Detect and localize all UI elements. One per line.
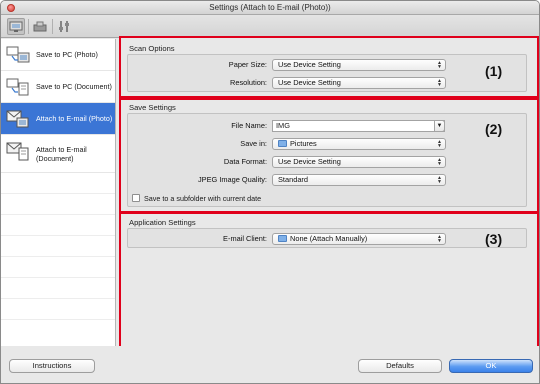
chevron-updown-icon: ▲ ▼ [437,157,442,167]
resolution-label: Resolution: [230,78,267,87]
email-client-label: E-mail Client: [223,234,267,243]
toolbar-divider [52,19,53,34]
data-format-value: Use Device Setting [278,157,341,166]
save-in-value: Pictures [290,139,317,148]
sidebar-item-email-document[interactable]: Attach to E-mail (Document) [1,135,115,173]
sidebar-item-label: Attach to E-mail (Document) [36,144,87,163]
file-name-label: File Name: [231,121,267,130]
title-bar: Settings (Attach to E-mail (Photo)) [1,1,539,15]
data-format-select[interactable]: Use Device Setting ▲ ▼ [272,156,446,168]
window-title: Settings (Attach to E-mail (Photo)) [209,3,331,12]
chevron-updown-icon: ▲ ▼ [437,60,442,70]
settings-panel: Scan Options Paper Size: Use Device Sett… [117,36,539,351]
scan-options-title: Scan Options [129,44,175,53]
chevron-updown-icon: ▲ ▼ [437,234,442,244]
email-photo-icon [6,110,29,128]
data-format-label: Data Format: [223,157,267,166]
scan-from-operation-panel-tab[interactable] [31,18,49,35]
defaults-button[interactable]: Defaults [358,359,442,373]
paper-size-value: Use Device Setting [278,60,341,69]
email-client-value: None (Attach Manually) [290,234,368,243]
marker-3: (3) [485,231,503,247]
paper-size-select[interactable]: Use Device Setting ▲ ▼ [272,59,446,71]
sidebar-item-label: Attach to E-mail (Photo) [36,114,113,123]
paper-size-label: Paper Size: [228,60,267,69]
save-in-label: Save in: [240,139,267,148]
email-document-icon [6,142,29,161]
chevron-down-icon[interactable]: ▼ [434,120,445,132]
resolution-value: Use Device Setting [278,78,341,87]
sidebar-item-label: Save to PC (Document) [36,82,112,91]
empty-list-row [1,236,115,257]
sidebar: Save to PC (Photo) Save to PC (Document)… [1,39,116,346]
instructions-button[interactable]: Instructions [9,359,95,373]
resolution-select[interactable]: Use Device Setting ▲ ▼ [272,77,446,89]
general-settings-icon [59,21,69,32]
chevron-updown-icon: ▲ ▼ [437,139,442,149]
empty-list-row [1,257,115,278]
sidebar-item-email-photo[interactable]: Attach to E-mail (Photo) [1,103,115,135]
empty-list-row [1,194,115,215]
general-settings-tab[interactable] [55,18,73,35]
bottom-bar: Instructions Defaults OK [1,346,539,383]
file-name-combobox[interactable]: IMG ▼ [272,120,445,132]
empty-list-row [1,278,115,299]
file-name-value: IMG [276,121,290,130]
empty-list-row [1,299,115,320]
empty-list-row [1,215,115,236]
subfolder-checkbox[interactable] [132,194,140,202]
marker-2: (2) [485,121,503,137]
scan-from-operation-panel-icon [33,21,47,31]
toolbar [1,15,539,38]
save-settings-title: Save Settings [129,103,176,112]
scan-from-computer-icon [9,21,23,32]
save-document-icon [6,78,29,96]
jpeg-quality-label: JPEG Image Quality: [197,175,267,184]
toolbar-divider [28,19,29,34]
chevron-updown-icon: ▲ ▼ [437,175,442,185]
email-client-select[interactable]: None (Attach Manually) ▲ ▼ [272,233,446,245]
jpeg-quality-value: Standard [278,175,308,184]
subfolder-label: Save to a subfolder with current date [144,194,262,203]
sidebar-item-save-document[interactable]: Save to PC (Document) [1,71,115,103]
folder-icon [278,235,287,242]
application-settings-title: Application Settings [129,218,196,227]
save-in-select[interactable]: Pictures ▲ ▼ [272,138,446,150]
close-window-button[interactable] [7,4,15,12]
save-photo-icon [6,46,30,63]
empty-list-row [1,173,115,194]
sidebar-item-save-photo[interactable]: Save to PC (Photo) [1,39,115,71]
ok-button[interactable]: OK [449,359,533,373]
jpeg-quality-select[interactable]: Standard ▲ ▼ [272,174,446,186]
folder-icon [278,140,287,147]
scan-from-computer-tab[interactable] [7,18,25,35]
sidebar-item-label: Save to PC (Photo) [36,50,98,59]
marker-1: (1) [485,63,503,79]
chevron-updown-icon: ▲ ▼ [437,78,442,88]
settings-window: Settings (Attach to E-mail (Photo)) Save… [0,0,540,384]
